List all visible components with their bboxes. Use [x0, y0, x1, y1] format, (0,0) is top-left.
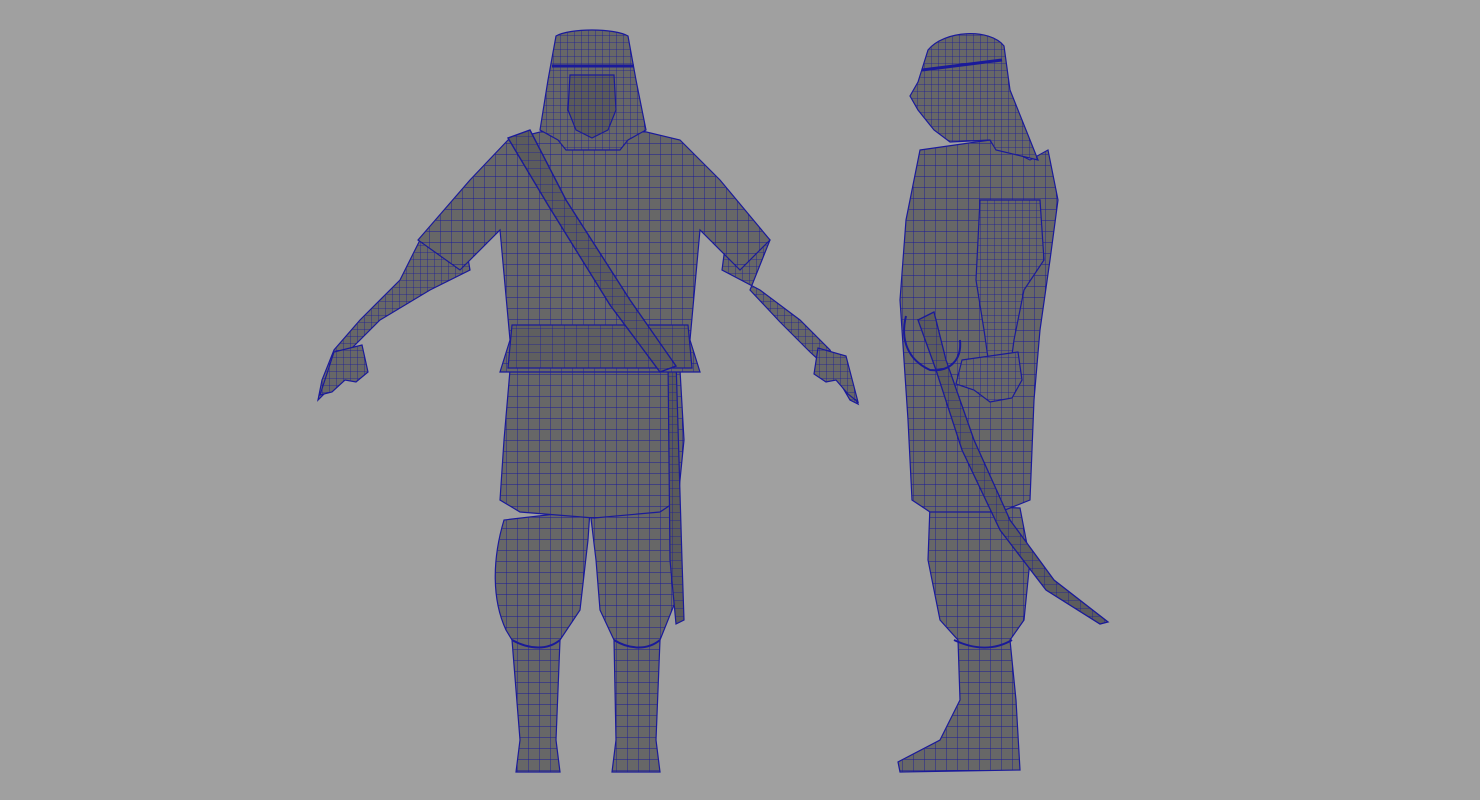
- front-tunic-skirt: [499, 369, 685, 519]
- side-legs: [897, 504, 1031, 773]
- front-head: [539, 29, 647, 151]
- side-head: [909, 33, 1039, 161]
- viewport-canvas[interactable]: [0, 0, 1480, 800]
- character-side-view[interactable]: [897, 33, 1110, 773]
- character-front-view[interactable]: [317, 29, 860, 773]
- front-torso: [417, 127, 771, 373]
- front-legs: [494, 499, 681, 773]
- 3d-viewport[interactable]: [0, 0, 1480, 800]
